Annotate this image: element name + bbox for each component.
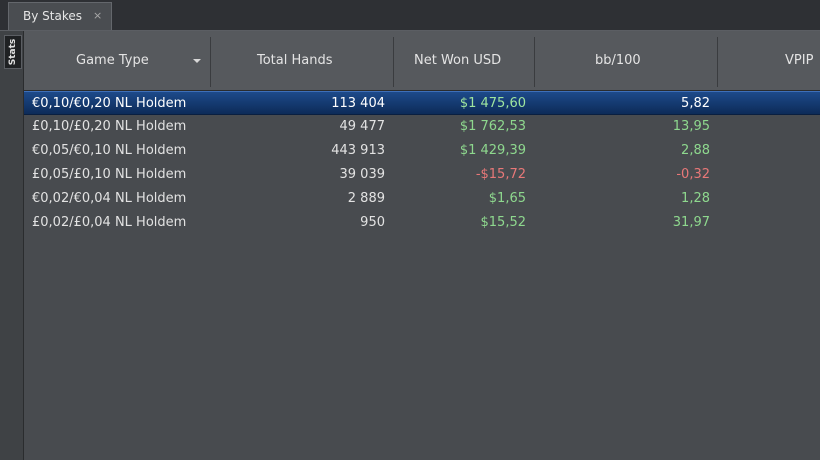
table-row[interactable]: €0,10/€0,20 NL Holdem 113 404 $1 475,60 … — [24, 91, 820, 115]
column-header-vpip[interactable]: VPIP — [718, 31, 820, 90]
cell-total-hands: 49 477 — [339, 119, 386, 134]
cell-game-type: £0,02/£0,04 NL Holdem — [32, 215, 187, 230]
cell-net-won: $1 762,53 — [459, 119, 526, 134]
column-header-net-won[interactable]: Net Won USD — [394, 31, 534, 90]
column-header-game-type[interactable]: Game Type — [24, 31, 210, 90]
cell-net-won: -$15,72 — [475, 167, 526, 182]
cell-bb100: 13,95 — [672, 119, 710, 134]
column-header-label: Total Hands — [257, 53, 333, 68]
stats-side-tab-label: Stats — [8, 38, 18, 66]
column-header-label: bb/100 — [595, 53, 641, 68]
cell-game-type: €0,10/€0,20 NL Holdem — [32, 96, 187, 111]
cell-net-won: $15,52 — [480, 215, 527, 230]
cell-game-type: €0,02/€0,04 NL Holdem — [32, 191, 187, 206]
cell-total-hands: 39 039 — [339, 167, 386, 182]
table-row[interactable]: £0,05/£0,10 NL Holdem 39 039 -$15,72 -0,… — [24, 163, 820, 187]
cell-bb100: -0,32 — [676, 167, 710, 182]
cell-total-hands: 950 — [360, 215, 385, 230]
table-row[interactable]: €0,02/€0,04 NL Holdem 2 889 $1,65 1,28 — [24, 187, 820, 211]
table-row[interactable]: £0,10/£0,20 NL Holdem 49 477 $1 762,53 1… — [24, 115, 820, 139]
cell-game-type: €0,05/€0,10 NL Holdem — [32, 143, 187, 158]
cell-bb100: 2,88 — [681, 143, 710, 158]
sort-dropdown-icon[interactable] — [193, 59, 201, 63]
tab-by-stakes[interactable]: By Stakes × — [8, 2, 112, 30]
cell-total-hands: 2 889 — [347, 191, 385, 206]
column-header-total-hands[interactable]: Total Hands — [211, 31, 393, 90]
cell-total-hands: 113 404 — [331, 96, 385, 111]
cell-net-won: $1,65 — [488, 191, 526, 206]
stats-side-tab[interactable]: Stats — [4, 35, 22, 69]
column-header-label: Game Type — [76, 53, 149, 68]
cell-bb100: 1,28 — [681, 191, 710, 206]
cell-total-hands: 443 913 — [331, 143, 385, 158]
table-row[interactable]: €0,05/€0,10 NL Holdem 443 913 $1 429,39 … — [24, 139, 820, 163]
tab-strip: By Stakes × — [0, 0, 820, 31]
cell-game-type: £0,05/£0,10 NL Holdem — [32, 167, 187, 182]
table-header: Game Type Total Hands Net Won USD bb/100… — [24, 31, 820, 91]
table-row[interactable]: £0,02/£0,04 NL Holdem 950 $15,52 31,97 — [24, 211, 820, 235]
side-panel: Stats — [0, 31, 24, 460]
column-header-label: Net Won USD — [414, 53, 502, 68]
column-header-bb100[interactable]: bb/100 — [535, 31, 717, 90]
cell-bb100: 31,97 — [672, 215, 710, 230]
cell-game-type: £0,10/£0,20 NL Holdem — [32, 119, 187, 134]
tab-label: By Stakes — [23, 9, 82, 23]
cell-net-won: $1 475,60 — [459, 96, 526, 111]
close-icon[interactable]: × — [93, 9, 102, 22]
stats-grid: €0,10/€0,20 NL Holdem 113 404 $1 475,60 … — [24, 91, 820, 460]
cell-bb100: 5,82 — [681, 96, 710, 111]
column-header-label: VPIP — [785, 53, 814, 68]
stats-window: By Stakes × Stats Game Type Total Hands … — [0, 0, 820, 460]
cell-net-won: $1 429,39 — [459, 143, 526, 158]
